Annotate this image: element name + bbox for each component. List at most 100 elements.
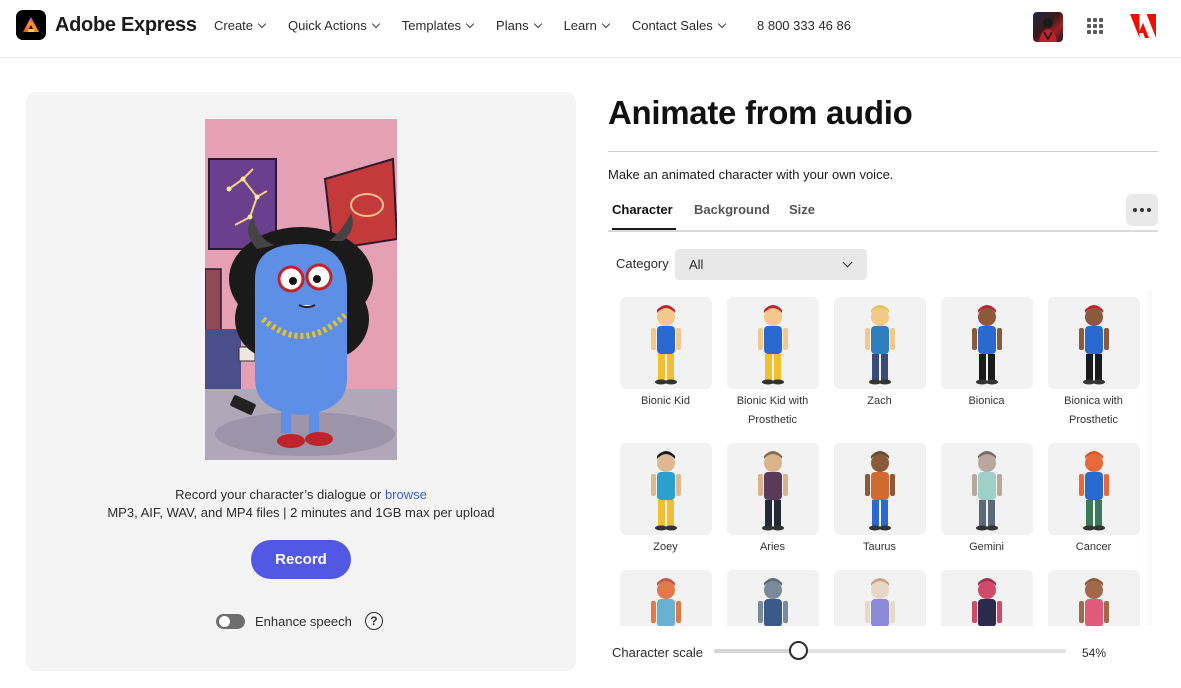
character-card[interactable]: Bionic Kid: [612, 297, 719, 411]
character-name: Cancer: [1075, 541, 1112, 553]
character-card[interactable]: Taurus: [826, 443, 933, 557]
more-options-button[interactable]: [1126, 194, 1158, 226]
character-card[interactable]: Aries: [719, 443, 826, 557]
adobe-express-logo-icon: [16, 10, 46, 40]
character-name: Bionic Kid: [641, 395, 690, 407]
enhance-speech-toggle[interactable]: [216, 613, 245, 629]
nav-create[interactable]: Create: [214, 18, 267, 33]
character-name: Bionica: [968, 395, 1005, 407]
chevron-down-icon: [717, 19, 727, 29]
category-label: Category: [616, 256, 669, 271]
tab-size[interactable]: Size: [789, 202, 815, 217]
character-card[interactable]: [612, 570, 719, 626]
character-thumbnail: [726, 297, 819, 389]
settings-tabs: Character Background Size: [608, 194, 1158, 232]
page-title: Animate from audio: [608, 94, 913, 131]
character-card[interactable]: Zach: [826, 297, 933, 411]
character-thumbnail: [1047, 570, 1140, 626]
brand[interactable]: Adobe Express: [16, 10, 197, 40]
chevron-down-icon: [533, 19, 542, 29]
file-info: MP3, AIF, WAV, and MP4 files | 2 minutes…: [107, 505, 495, 520]
character-card[interactable]: Bionica: [933, 297, 1040, 411]
divider: [608, 151, 1158, 152]
top-header: Adobe Express Create Quick Actions Templ…: [0, 0, 1181, 58]
nav-templates[interactable]: Templates: [401, 18, 475, 33]
character-scale-row: Character scale 54%: [612, 636, 1158, 668]
preview-panel: Record your character’s dialogue or brow…: [26, 92, 576, 671]
character-scale-label: Character scale: [612, 645, 704, 660]
enhance-speech-label: Enhance speech: [255, 613, 352, 629]
enhance-speech-row: Enhance speech ?: [216, 612, 383, 630]
character-thumbnail: [1047, 443, 1140, 535]
character-name: Aries: [759, 541, 786, 553]
nav-learn[interactable]: Learn: [563, 18, 611, 33]
active-tab-indicator: [612, 228, 676, 230]
brand-name: Adobe Express: [55, 13, 197, 36]
main-nav: Create Quick Actions Templates Plans Lea…: [214, 18, 748, 33]
record-prompt: Record your character’s dialogue or: [175, 487, 382, 502]
character-thumbnail: [940, 570, 1033, 626]
character-grid: Bionic Kid Bionic Kid with Prosthetic Zach…: [608, 290, 1148, 626]
character-thumbnail: [1047, 297, 1140, 389]
nav-label: Contact Sales: [631, 18, 713, 33]
slider-fill: [714, 649, 799, 653]
upload-instructions: Record your character’s dialogue or brow…: [26, 486, 576, 522]
toggle-knob: [219, 615, 230, 627]
chevron-down-icon: [601, 19, 611, 29]
character-thumbnail: [833, 443, 926, 535]
character-thumbnail: [619, 570, 712, 626]
character-card[interactable]: [826, 570, 933, 626]
chevron-down-icon: [465, 19, 475, 29]
nav-plans[interactable]: Plans: [496, 18, 542, 33]
character-thumbnail: [833, 570, 926, 626]
character-thumbnail: [833, 297, 926, 389]
character-thumbnail: [619, 297, 712, 389]
character-card[interactable]: Bionica with Prosthetic: [1040, 297, 1147, 430]
character-card[interactable]: [1040, 570, 1147, 626]
character-name: Zoey: [653, 541, 678, 553]
character-name: Bionic Kid with Prosthetic: [736, 395, 809, 426]
character-name: Gemini: [969, 541, 1004, 553]
character-name: Bionica with Prosthetic: [1064, 395, 1123, 426]
nav-label: Create: [214, 18, 254, 33]
apps-grid-icon[interactable]: [1087, 18, 1103, 34]
character-thumbnail: [619, 443, 712, 535]
chevron-down-icon: [842, 257, 853, 268]
category-value: All: [689, 257, 704, 272]
category-select[interactable]: All: [675, 249, 867, 280]
character-thumbnail: [726, 570, 819, 626]
character-card[interactable]: Gemini: [933, 443, 1040, 557]
character-name: Zach: [867, 395, 892, 407]
browse-link[interactable]: browse: [385, 487, 427, 502]
character-scale-value: 54%: [1082, 646, 1107, 660]
nav-label: Templates: [401, 18, 462, 33]
character-card[interactable]: Bionic Kid with Prosthetic: [719, 297, 826, 430]
character-card[interactable]: Cancer: [1040, 443, 1147, 557]
chevron-down-icon: [257, 19, 267, 29]
tab-background[interactable]: Background: [694, 202, 770, 217]
nav-quick-actions[interactable]: Quick Actions: [288, 18, 381, 33]
character-name: Taurus: [862, 541, 897, 553]
phone-number[interactable]: 8 800 333 46 86: [757, 18, 851, 33]
help-icon[interactable]: ?: [364, 612, 383, 630]
grid-scrollbar[interactable]: [1142, 290, 1152, 626]
character-card[interactable]: [933, 570, 1040, 626]
tab-character[interactable]: Character: [612, 202, 673, 217]
adobe-logo-icon[interactable]: [1130, 14, 1156, 43]
slider-thumb[interactable]: [789, 641, 809, 660]
nav-label: Learn: [563, 18, 597, 33]
character-thumbnail: [726, 443, 819, 535]
nav-label: Quick Actions: [288, 18, 367, 33]
chevron-down-icon: [371, 19, 381, 29]
nav-label: Plans: [496, 18, 529, 33]
page-subtitle: Make an animated character with your own…: [608, 167, 894, 182]
character-scale-slider[interactable]: [714, 641, 1066, 660]
character-card[interactable]: [719, 570, 826, 626]
user-avatar[interactable]: [1033, 12, 1063, 42]
character-preview: [205, 119, 397, 460]
character-thumbnail: [940, 443, 1033, 535]
character-card[interactable]: Zoey: [612, 443, 719, 557]
nav-contact-sales[interactable]: Contact Sales: [631, 18, 727, 33]
record-button[interactable]: Record: [251, 540, 351, 579]
character-thumbnail: [940, 297, 1033, 389]
